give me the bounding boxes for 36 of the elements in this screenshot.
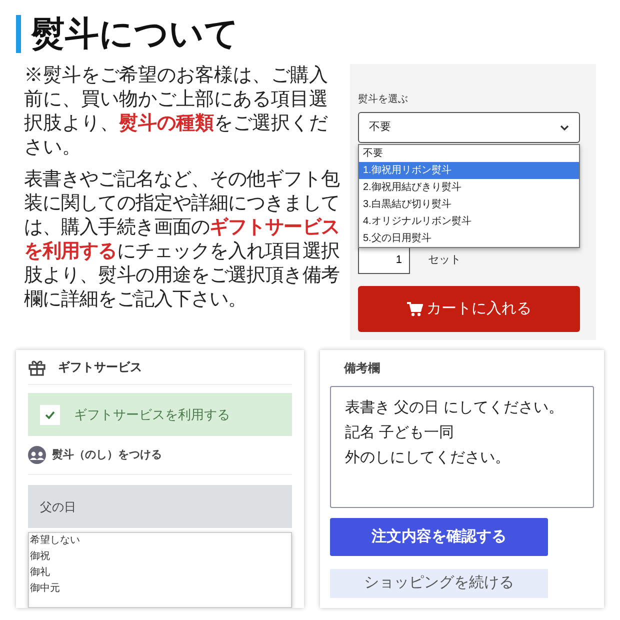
note-line: 外のしにしてください。 bbox=[345, 448, 511, 468]
section-heading: ギフトサービス bbox=[58, 359, 142, 376]
cart-icon bbox=[406, 302, 422, 316]
dropdown-option[interactable]: 4.オリジナルリボン熨斗 bbox=[359, 213, 579, 230]
noshi-label: 熨斗（のし）をつける bbox=[52, 448, 162, 463]
dropdown-option[interactable]: 5.父の日用熨斗 bbox=[359, 230, 579, 247]
dropdown-option[interactable]: 3.白黒結び切り熨斗 bbox=[359, 196, 579, 213]
noshi-select[interactable]: 不要 bbox=[358, 112, 580, 143]
check-icon bbox=[45, 410, 55, 419]
gift-icon bbox=[28, 358, 46, 376]
add-to-cart-button[interactable]: カートに入れる bbox=[358, 286, 580, 332]
people-icon bbox=[28, 446, 46, 464]
dropdown-option[interactable]: 御祝 bbox=[29, 548, 291, 565]
page-title: 熨斗について bbox=[31, 17, 239, 51]
note-line: 表書き 父の日 にしてください。 bbox=[345, 398, 564, 418]
dropdown-option[interactable]: 1.御祝用リボン熨斗 bbox=[359, 162, 579, 179]
gift-service-option[interactable]: ギフトサービスを利用する bbox=[28, 393, 292, 436]
dropdown-option[interactable]: 御中元 bbox=[29, 580, 291, 597]
dropdown-option[interactable]: 希望しない bbox=[29, 532, 291, 549]
body-paragraph: ※熨斗をご希望のお客様は、ご購入前に、買い物かご上部にある項目選択肢より、熨斗の種類をご選択ください。 bbox=[24, 64, 329, 160]
dropdown-option[interactable]: 2.御祝用結びきり熨斗 bbox=[359, 179, 579, 196]
notes-textarea[interactable]: 表書き 父の日 にしてください。 記名 子ども一同 外のしにしてください。 bbox=[330, 386, 594, 508]
dropdown-option[interactable]: 御礼 bbox=[29, 564, 291, 581]
continue-shopping-button[interactable]: ショッピングを続ける bbox=[330, 569, 548, 598]
title-accent-bar bbox=[16, 15, 21, 53]
section-heading: 備考欄 bbox=[342, 360, 381, 377]
checkbox[interactable] bbox=[40, 404, 60, 425]
note-line: 記名 子ども一同 bbox=[345, 423, 456, 443]
quantity-field[interactable]: 1 bbox=[358, 247, 410, 274]
dropdown-option[interactable]: 不要 bbox=[359, 145, 579, 162]
chevron-down-icon bbox=[560, 124, 569, 130]
confirm-order-button[interactable]: 注文内容を確認する bbox=[330, 518, 548, 556]
purpose-select[interactable]: 父の日 bbox=[28, 485, 292, 528]
field-label: 熨斗を選ぶ bbox=[358, 92, 409, 106]
unit-label: セット bbox=[428, 253, 461, 268]
body-paragraph: 表書きやご記名など、その他ギフト包装に関しての指定や詳細につきましては、購入手続き画面のギフトサービスを利用するにチェックを入れ項目選択肢より、熨斗の用途をご選択頂き備考欄に詳細をご記入下さい。 bbox=[24, 168, 341, 312]
